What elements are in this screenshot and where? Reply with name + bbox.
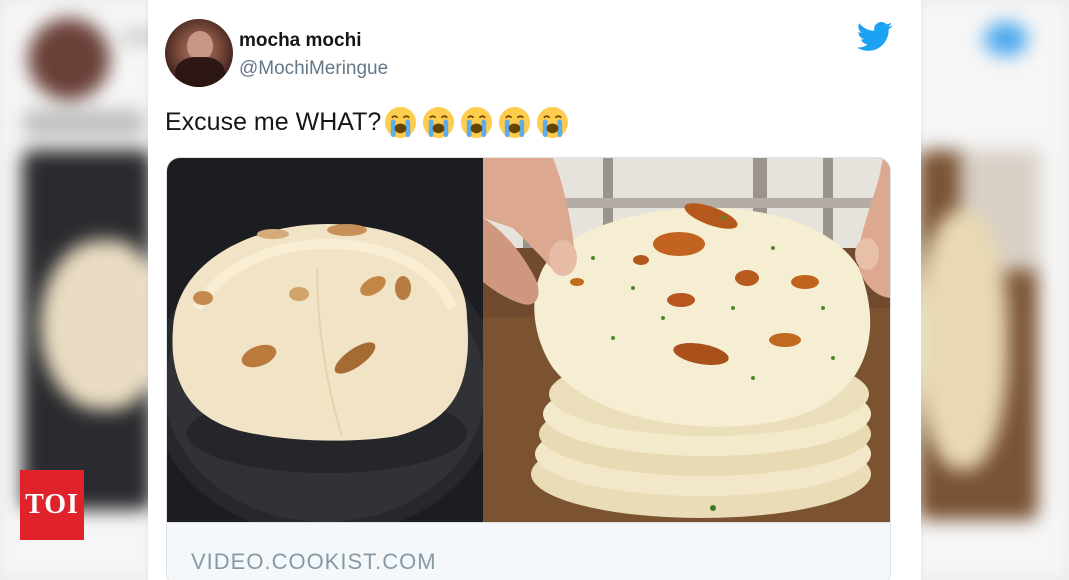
loudly-crying-face-icon	[385, 106, 417, 139]
avatar[interactable]	[165, 19, 233, 87]
loudly-crying-face-icon	[423, 106, 455, 139]
emoji-row	[383, 105, 573, 140]
display-name[interactable]: mocha mochi	[239, 30, 361, 52]
tweet-text-content: Excuse me WHAT?	[165, 108, 382, 136]
user-handle[interactable]: @MochiMeringue	[239, 58, 388, 80]
toi-logo: TOI	[20, 470, 84, 540]
link-card-footer[interactable]: VIDEO.COOKIST.COM	[167, 522, 890, 580]
pita-in-pan-image	[167, 158, 483, 522]
link-domain[interactable]: VIDEO.COOKIST.COM	[191, 549, 437, 575]
loudly-crying-face-icon	[537, 106, 569, 139]
loudly-crying-face-icon	[461, 106, 493, 139]
tweet-text: Excuse me WHAT?	[165, 105, 573, 140]
naan-stack-image	[483, 158, 890, 522]
twitter-bird-icon[interactable]	[857, 22, 893, 52]
tweet-photo[interactable]	[167, 158, 890, 522]
link-preview-card[interactable]: VIDEO.COOKIST.COM	[166, 157, 891, 580]
toi-logo-text: TOI	[25, 489, 79, 520]
loudly-crying-face-icon	[499, 106, 531, 139]
tweet-card: mocha mochi @MochiMeringue Excuse me WHA…	[148, 0, 921, 580]
